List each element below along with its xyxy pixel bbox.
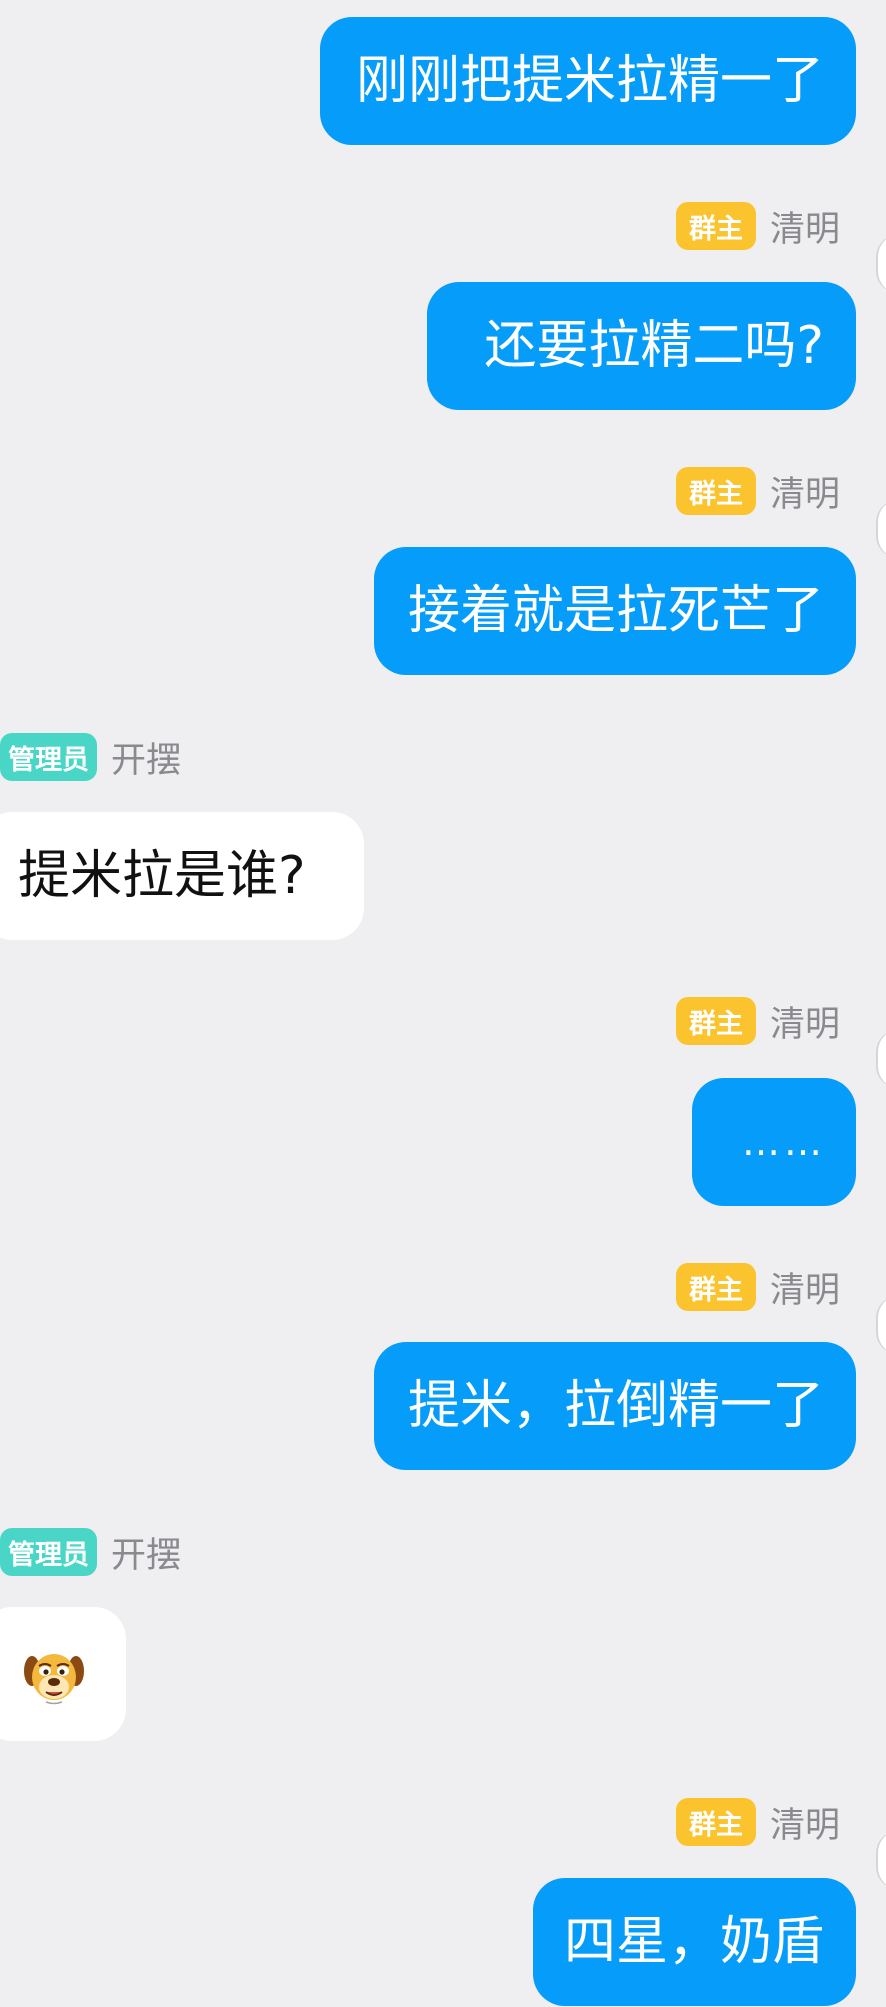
- sender-header: 管理员 开摆: [0, 1526, 181, 1578]
- sender-header: 群主 清明: [676, 1796, 840, 1848]
- owner-badge: 群主: [676, 1263, 756, 1311]
- owner-badge: 群主: [676, 202, 756, 250]
- message-bubble[interactable]: 刚刚把提米拉精一了: [320, 17, 856, 145]
- message-bubble[interactable]: 接着就是拉死芒了: [374, 547, 856, 675]
- avatar[interactable]: [876, 1296, 886, 1354]
- message-text: 还要拉精二吗?: [484, 316, 824, 376]
- message-bubble[interactable]: 提米拉是谁?: [0, 812, 364, 940]
- sender-name[interactable]: 清明: [770, 1262, 840, 1313]
- sender-name[interactable]: 清明: [770, 201, 840, 252]
- owner-badge: 群主: [676, 467, 756, 515]
- message-text: 提米，拉倒精一了: [407, 1376, 824, 1436]
- sender-header: 群主 清明: [676, 465, 840, 517]
- message-bubble[interactable]: 四星，奶盾: [533, 1878, 856, 2006]
- owner-badge: 群主: [676, 1798, 756, 1846]
- message-bubble[interactable]: ……: [692, 1078, 856, 1206]
- message-text: 接着就是拉死芒了: [407, 581, 824, 641]
- sender-name[interactable]: 清明: [770, 996, 840, 1047]
- avatar[interactable]: [876, 500, 886, 558]
- message-text: ……: [742, 1120, 826, 1164]
- avatar[interactable]: [876, 235, 886, 293]
- sender-header: 群主 清明: [676, 995, 840, 1047]
- message-bubble[interactable]: 提米，拉倒精一了: [374, 1342, 856, 1470]
- message-text: 提米拉是谁?: [18, 846, 306, 906]
- message-text: 四星，奶盾: [563, 1912, 824, 1972]
- owner-badge: 群主: [676, 997, 756, 1045]
- avatar[interactable]: [876, 1030, 886, 1088]
- message-bubble[interactable]: 还要拉精二吗?: [427, 282, 856, 410]
- sender-header: 群主 清明: [676, 200, 840, 252]
- avatar[interactable]: [876, 1831, 886, 1889]
- message-text: 刚刚把提米拉精一了: [355, 51, 824, 111]
- sender-header: 群主 清明: [676, 1261, 840, 1313]
- sender-name[interactable]: 清明: [770, 466, 840, 517]
- sender-header: 管理员 开摆: [0, 731, 181, 783]
- dog-face-sticker-icon[interactable]: [24, 1647, 84, 1709]
- sender-name[interactable]: 开摆: [111, 732, 181, 783]
- sender-name[interactable]: 开摆: [111, 1527, 181, 1578]
- admin-badge: 管理员: [0, 733, 97, 781]
- chat-message-list[interactable]: 刚刚把提米拉精一了 群主 清明 还要拉精二吗? 群主 清明 接着就是拉死芒了 管…: [0, 0, 886, 2007]
- sender-name[interactable]: 清明: [770, 1797, 840, 1848]
- admin-badge: 管理员: [0, 1528, 97, 1576]
